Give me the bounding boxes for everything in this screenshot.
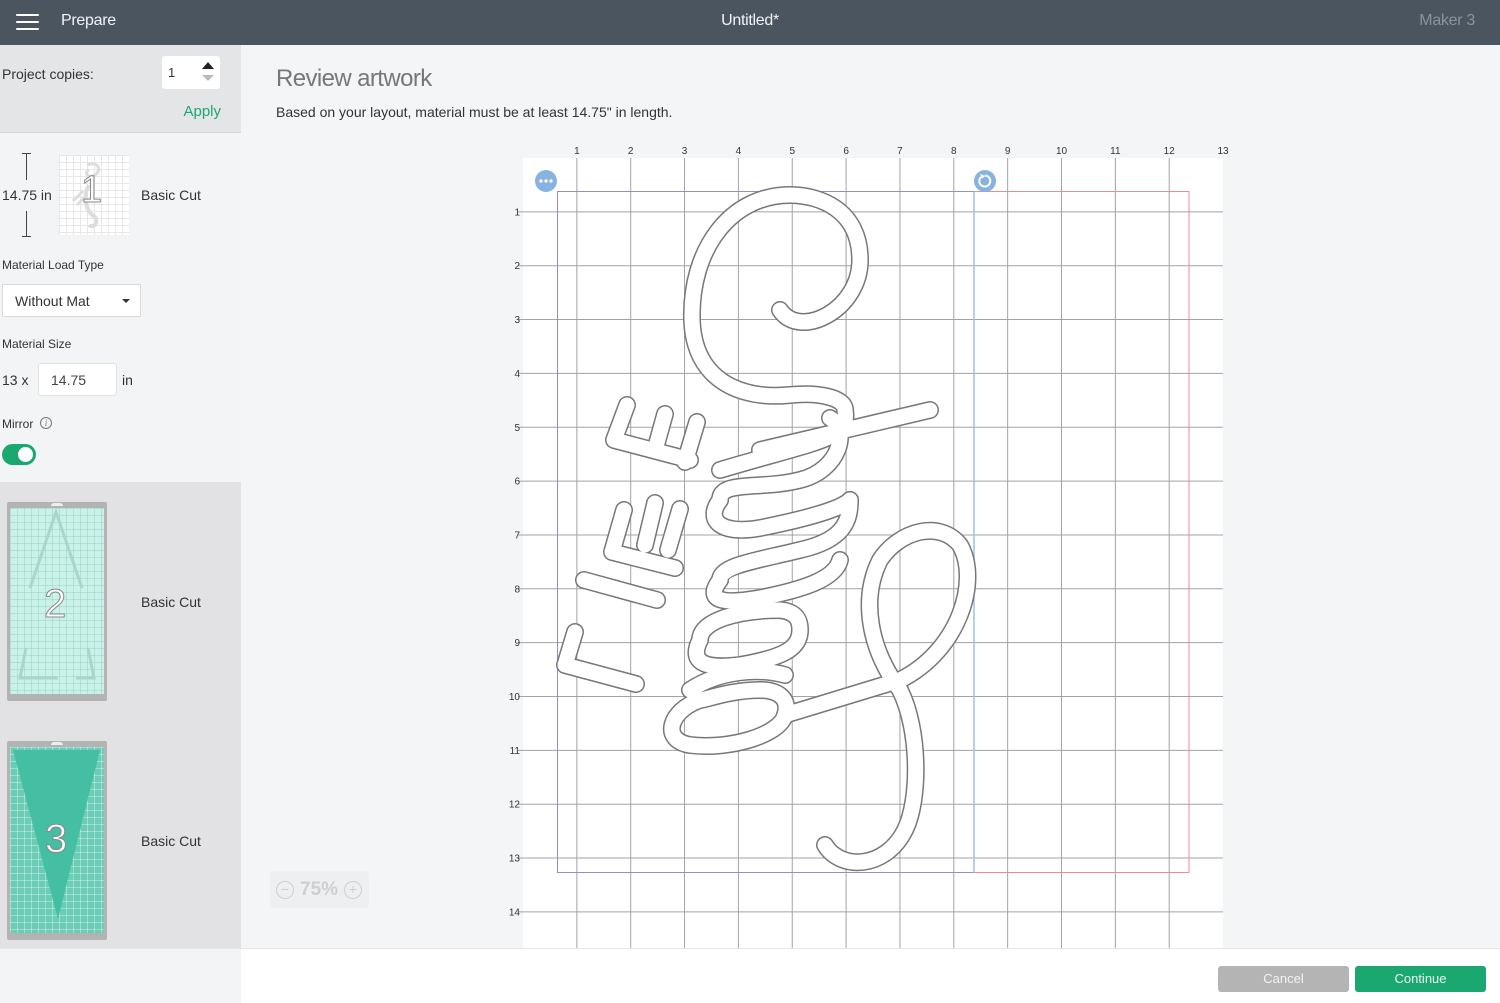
top-ruler-label: 9 <box>1005 146 1011 157</box>
more-options-icon[interactable] <box>535 170 557 192</box>
top-ruler-label: 6 <box>843 146 849 157</box>
canvas-wrapper: 1 2 3 4 5 6 7 8 9 10 11 12 13 1 2 3 4 5 6 7 8 9 10 11 12 13 14 <box>0 0 1500 1003</box>
top-ruler: 1 2 3 4 5 6 7 8 9 10 11 12 13 <box>574 146 1229 157</box>
top-ruler-label: 13 <box>1217 146 1229 157</box>
top-ruler-label: 3 <box>682 146 688 157</box>
left-ruler-label: 11 <box>510 746 521 757</box>
left-ruler-label: 1 <box>514 207 520 218</box>
left-ruler-label: 4 <box>514 369 520 380</box>
top-ruler-label: 12 <box>1164 146 1176 157</box>
left-ruler-label: 12 <box>509 800 521 811</box>
left-ruler: 1234567891011121314 <box>509 207 521 918</box>
top-ruler-label: 2 <box>628 146 634 157</box>
left-ruler-label: 10 <box>509 692 521 703</box>
left-ruler-label: 14 <box>509 907 521 918</box>
top-ruler-label: 7 <box>897 146 903 157</box>
top-ruler-label: 10 <box>1056 146 1068 157</box>
top-ruler-label: 8 <box>951 146 957 157</box>
rotate-icon[interactable] <box>974 170 996 192</box>
left-ruler-label: 8 <box>514 584 520 595</box>
left-ruler-label: 13 <box>509 854 521 865</box>
left-ruler-label: 5 <box>514 423 520 434</box>
left-ruler-label: 3 <box>514 315 520 326</box>
mat-canvas[interactable]: 1 2 3 4 5 6 7 8 9 10 11 12 13 1234567891011121314 <box>0 0 1500 1003</box>
continue-button[interactable]: Continue <box>1355 966 1486 992</box>
left-ruler-label: 7 <box>514 530 520 541</box>
left-ruler-label: 6 <box>514 477 520 488</box>
top-ruler-label: 1 <box>574 146 580 157</box>
left-ruler-label: 9 <box>514 638 520 649</box>
cancel-button[interactable]: Cancel <box>1218 966 1349 992</box>
left-ruler-label: 2 <box>514 261 520 272</box>
top-ruler-label: 11 <box>1110 146 1121 157</box>
top-ruler-label: 5 <box>789 146 795 157</box>
top-ruler-label: 4 <box>736 146 742 157</box>
footer-bar: Cancel Continue <box>241 948 1500 1003</box>
